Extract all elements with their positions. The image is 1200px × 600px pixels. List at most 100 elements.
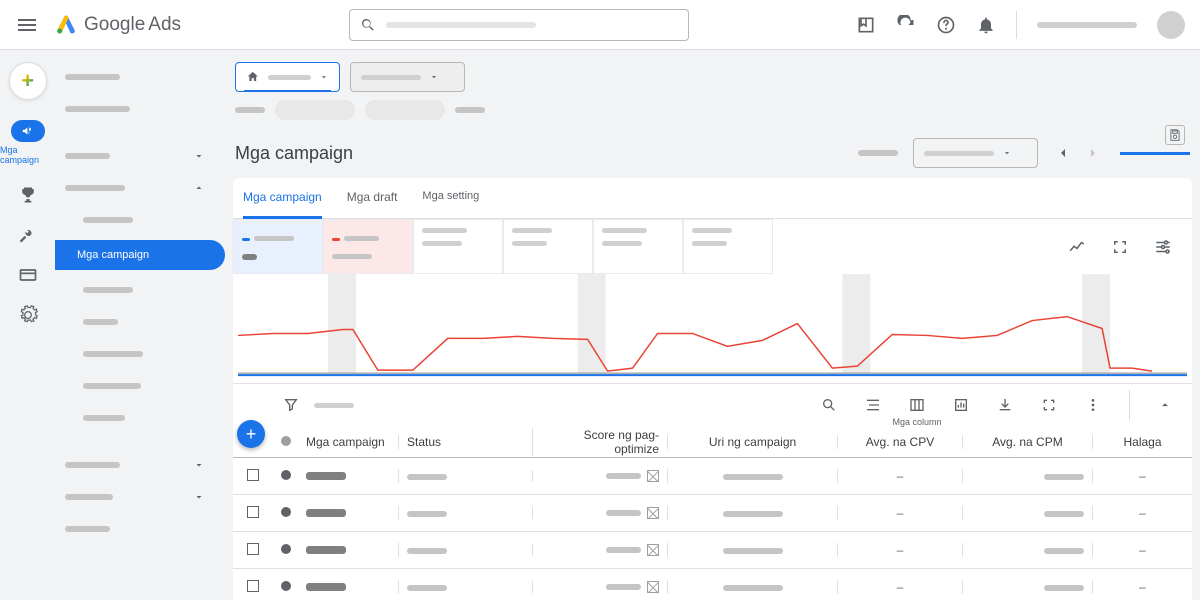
- table-row[interactable]: ––: [233, 569, 1192, 600]
- nav-item[interactable]: [65, 65, 225, 89]
- nav-item[interactable]: [65, 278, 225, 302]
- chevron-down-icon: [193, 150, 205, 162]
- account-select[interactable]: [235, 62, 340, 92]
- columns-icon: [909, 397, 925, 413]
- bell-icon[interactable]: [976, 15, 996, 35]
- col-header-cpv[interactable]: Avg. na CPV: [837, 435, 962, 449]
- home-icon: [246, 70, 260, 84]
- col-header-name[interactable]: Mga campaign: [298, 435, 398, 449]
- nav-item-campaigns-active[interactable]: Mga campaign: [55, 240, 225, 270]
- avatar[interactable]: [1157, 11, 1185, 39]
- tools-icon[interactable]: [18, 225, 38, 245]
- filter-pill[interactable]: [365, 100, 445, 120]
- col-header-type[interactable]: Uri ng campaign: [667, 435, 837, 449]
- metric-card[interactable]: [503, 219, 593, 274]
- campaign-name[interactable]: [306, 472, 346, 480]
- nav-item[interactable]: [65, 485, 225, 509]
- tabs: Mga campaign Mga draft Mga setting: [233, 178, 1192, 219]
- metric-card[interactable]: [323, 219, 413, 274]
- table-toolbar: Mga column: [233, 384, 1192, 426]
- row-checkbox[interactable]: [247, 580, 259, 592]
- campaign-name[interactable]: [306, 509, 346, 517]
- nav-item[interactable]: [65, 208, 225, 232]
- collapse-icon[interactable]: [1158, 398, 1172, 412]
- nav-item[interactable]: [65, 97, 225, 121]
- tab-drafts[interactable]: Mga draft: [347, 178, 398, 218]
- score-box-icon: [647, 581, 659, 593]
- next-period[interactable]: [1078, 138, 1108, 168]
- refresh-icon[interactable]: [896, 15, 916, 35]
- line-chart-icon[interactable]: [1068, 238, 1086, 256]
- date-range-picker[interactable]: [913, 138, 1038, 168]
- row-checkbox[interactable]: [247, 543, 259, 555]
- status-dot: [281, 507, 291, 517]
- logo: Google Ads: [54, 13, 181, 37]
- ads-logo-icon: [54, 13, 78, 37]
- col-header-cost[interactable]: Halaga: [1092, 435, 1192, 449]
- card-icon[interactable]: [18, 265, 38, 285]
- sliders-icon[interactable]: [1154, 238, 1172, 256]
- trophy-icon[interactable]: [18, 185, 38, 205]
- campaign-name[interactable]: [306, 546, 346, 554]
- prev-period[interactable]: [1048, 138, 1078, 168]
- row-checkbox[interactable]: [247, 469, 259, 481]
- search-input[interactable]: [349, 9, 689, 41]
- report-icon[interactable]: [953, 397, 969, 413]
- megaphone-icon: [21, 124, 35, 138]
- logo-text-bold: Google: [84, 14, 145, 36]
- metric-card[interactable]: [233, 219, 323, 274]
- table-header: Mga campaign Status Score ng pag-optimiz…: [233, 426, 1192, 458]
- add-campaign-fab[interactable]: +: [237, 420, 265, 448]
- app-header: Google Ads: [0, 0, 1200, 50]
- nav-item[interactable]: [65, 374, 225, 398]
- nav-item[interactable]: [65, 453, 225, 477]
- row-checkbox[interactable]: [247, 506, 259, 518]
- filter-icon[interactable]: [283, 397, 299, 413]
- cost-cell: –: [1092, 580, 1192, 594]
- table-row[interactable]: ––: [233, 532, 1192, 569]
- col-header-status[interactable]: Status: [398, 435, 532, 449]
- metric-card[interactable]: [593, 219, 683, 274]
- cpv-cell: –: [837, 543, 962, 557]
- col-header-cpm[interactable]: Avg. na CPM: [962, 435, 1092, 449]
- gear-icon[interactable]: [18, 305, 38, 325]
- save-icon[interactable]: [1165, 125, 1185, 145]
- trend-chart: [233, 274, 1192, 384]
- fullscreen-icon[interactable]: [1111, 238, 1129, 256]
- rail-item-campaigns[interactable]: Mga campaign: [0, 120, 55, 165]
- segment-icon[interactable]: [865, 397, 881, 413]
- type-cell: [723, 585, 783, 591]
- col-header-score[interactable]: Score ng pag-optimize: [532, 428, 667, 456]
- scope-select[interactable]: [350, 62, 465, 92]
- help-icon[interactable]: [936, 15, 956, 35]
- metric-card[interactable]: [413, 219, 503, 274]
- bookmark-icon[interactable]: [856, 15, 876, 35]
- nav-item[interactable]: [65, 406, 225, 430]
- nav-item[interactable]: [65, 310, 225, 334]
- columns-button[interactable]: Mga column: [909, 397, 925, 413]
- cpm-cell: [1044, 511, 1084, 517]
- status-cell: [407, 585, 447, 591]
- cost-cell: –: [1092, 543, 1192, 557]
- table-row[interactable]: ––: [233, 458, 1192, 495]
- tab-settings[interactable]: Mga setting: [422, 178, 479, 218]
- create-button[interactable]: +: [9, 62, 47, 100]
- dropdown-icon: [429, 72, 439, 82]
- nav-item[interactable]: [65, 517, 225, 541]
- nav-item[interactable]: [65, 144, 225, 168]
- status-cell: [407, 474, 447, 480]
- expand-icon[interactable]: [1041, 397, 1057, 413]
- tab-campaigns[interactable]: Mga campaign: [243, 178, 322, 219]
- search-icon[interactable]: [821, 397, 837, 413]
- nav-item[interactable]: [65, 176, 225, 200]
- nav-item[interactable]: [65, 342, 225, 366]
- campaign-name[interactable]: [306, 583, 346, 591]
- filter-pill[interactable]: [275, 100, 355, 120]
- metric-card[interactable]: [683, 219, 773, 274]
- table-row[interactable]: ––: [233, 495, 1192, 532]
- download-icon[interactable]: [997, 397, 1013, 413]
- cpv-cell: –: [837, 506, 962, 520]
- more-icon[interactable]: [1085, 397, 1101, 413]
- type-cell: [723, 474, 783, 480]
- hamburger-menu[interactable]: [15, 13, 39, 37]
